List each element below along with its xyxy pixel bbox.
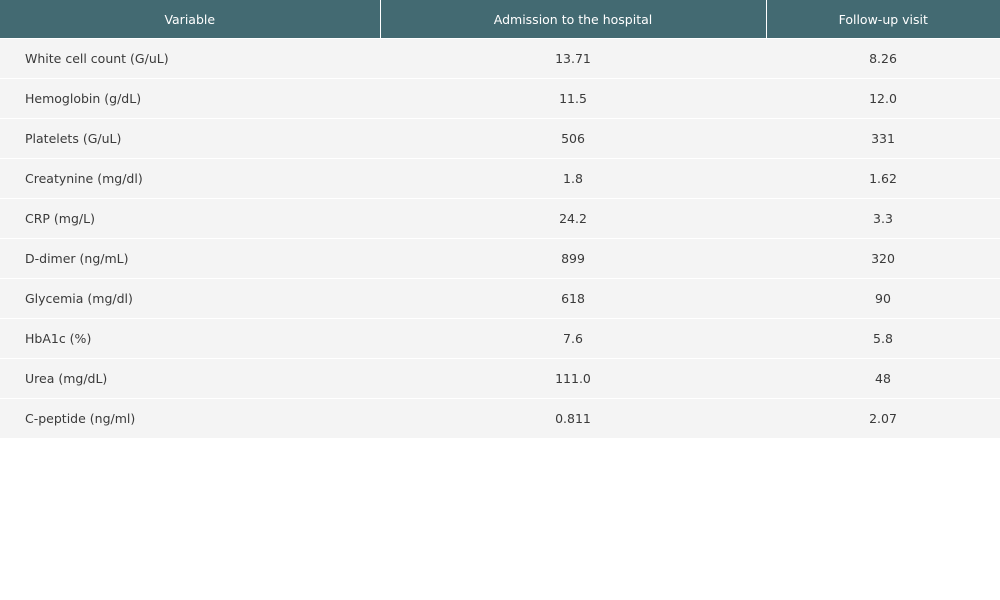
row-variable: Glycemia (mg/dl)	[0, 278, 380, 319]
row-variable: White cell count (G/uL)	[0, 38, 380, 79]
table-row: D-dimer (ng/mL) 899 320	[0, 238, 1000, 279]
row-admission-value: 111.0	[380, 358, 766, 399]
row-admission-value: 7.6	[380, 318, 766, 359]
row-admission-value: 1.8	[380, 158, 766, 199]
row-variable: Creatynine (mg/dl)	[0, 158, 380, 199]
table-row: Hemoglobin (g/dL) 11.5 12.0	[0, 78, 1000, 119]
table-row: Creatynine (mg/dl) 1.8 1.62	[0, 158, 1000, 199]
row-follow-up-value: 5.8	[766, 318, 1000, 359]
lab-results-table: Variable Admission to the hospital Follo…	[0, 0, 1000, 439]
table-row: Urea (mg/dL) 111.0 48	[0, 358, 1000, 399]
row-follow-up-value: 331	[766, 118, 1000, 159]
row-follow-up-value: 2.07	[766, 398, 1000, 439]
row-variable: Platelets (G/uL)	[0, 118, 380, 159]
lab-results-table-container: Variable Admission to the hospital Follo…	[0, 0, 1000, 439]
row-follow-up-value: 12.0	[766, 78, 1000, 119]
row-variable: C-peptide (ng/ml)	[0, 398, 380, 439]
header-variable: Variable	[0, 0, 381, 39]
table-row: Glycemia (mg/dl) 618 90	[0, 278, 1000, 319]
header-admission: Admission to the hospital	[380, 0, 767, 39]
row-variable: CRP (mg/L)	[0, 198, 380, 239]
row-admission-value: 618	[380, 278, 766, 319]
row-variable: HbA1c (%)	[0, 318, 380, 359]
row-follow-up-value: 1.62	[766, 158, 1000, 199]
row-admission-value: 13.71	[380, 38, 766, 79]
row-variable: D-dimer (ng/mL)	[0, 238, 380, 279]
row-admission-value: 11.5	[380, 78, 766, 119]
table-row: HbA1c (%) 7.6 5.8	[0, 318, 1000, 359]
table-row: CRP (mg/L) 24.2 3.3	[0, 198, 1000, 239]
header-follow-up: Follow-up visit	[766, 0, 1000, 39]
row-follow-up-value: 320	[766, 238, 1000, 279]
table-body: White cell count (G/uL) 13.71 8.26 Hemog…	[0, 38, 1000, 439]
row-admission-value: 0.811	[380, 398, 766, 439]
row-variable: Urea (mg/dL)	[0, 358, 380, 399]
row-admission-value: 506	[380, 118, 766, 159]
table-row: Platelets (G/uL) 506 331	[0, 118, 1000, 159]
row-follow-up-value: 48	[766, 358, 1000, 399]
table-row: White cell count (G/uL) 13.71 8.26	[0, 38, 1000, 79]
row-admission-value: 24.2	[380, 198, 766, 239]
table-header: Variable Admission to the hospital Follo…	[0, 0, 1000, 39]
row-follow-up-value: 90	[766, 278, 1000, 319]
row-follow-up-value: 3.3	[766, 198, 1000, 239]
row-follow-up-value: 8.26	[766, 38, 1000, 79]
row-variable: Hemoglobin (g/dL)	[0, 78, 380, 119]
row-admission-value: 899	[380, 238, 766, 279]
table-row: C-peptide (ng/ml) 0.811 2.07	[0, 398, 1000, 439]
header-row: Variable Admission to the hospital Follo…	[0, 0, 1000, 39]
